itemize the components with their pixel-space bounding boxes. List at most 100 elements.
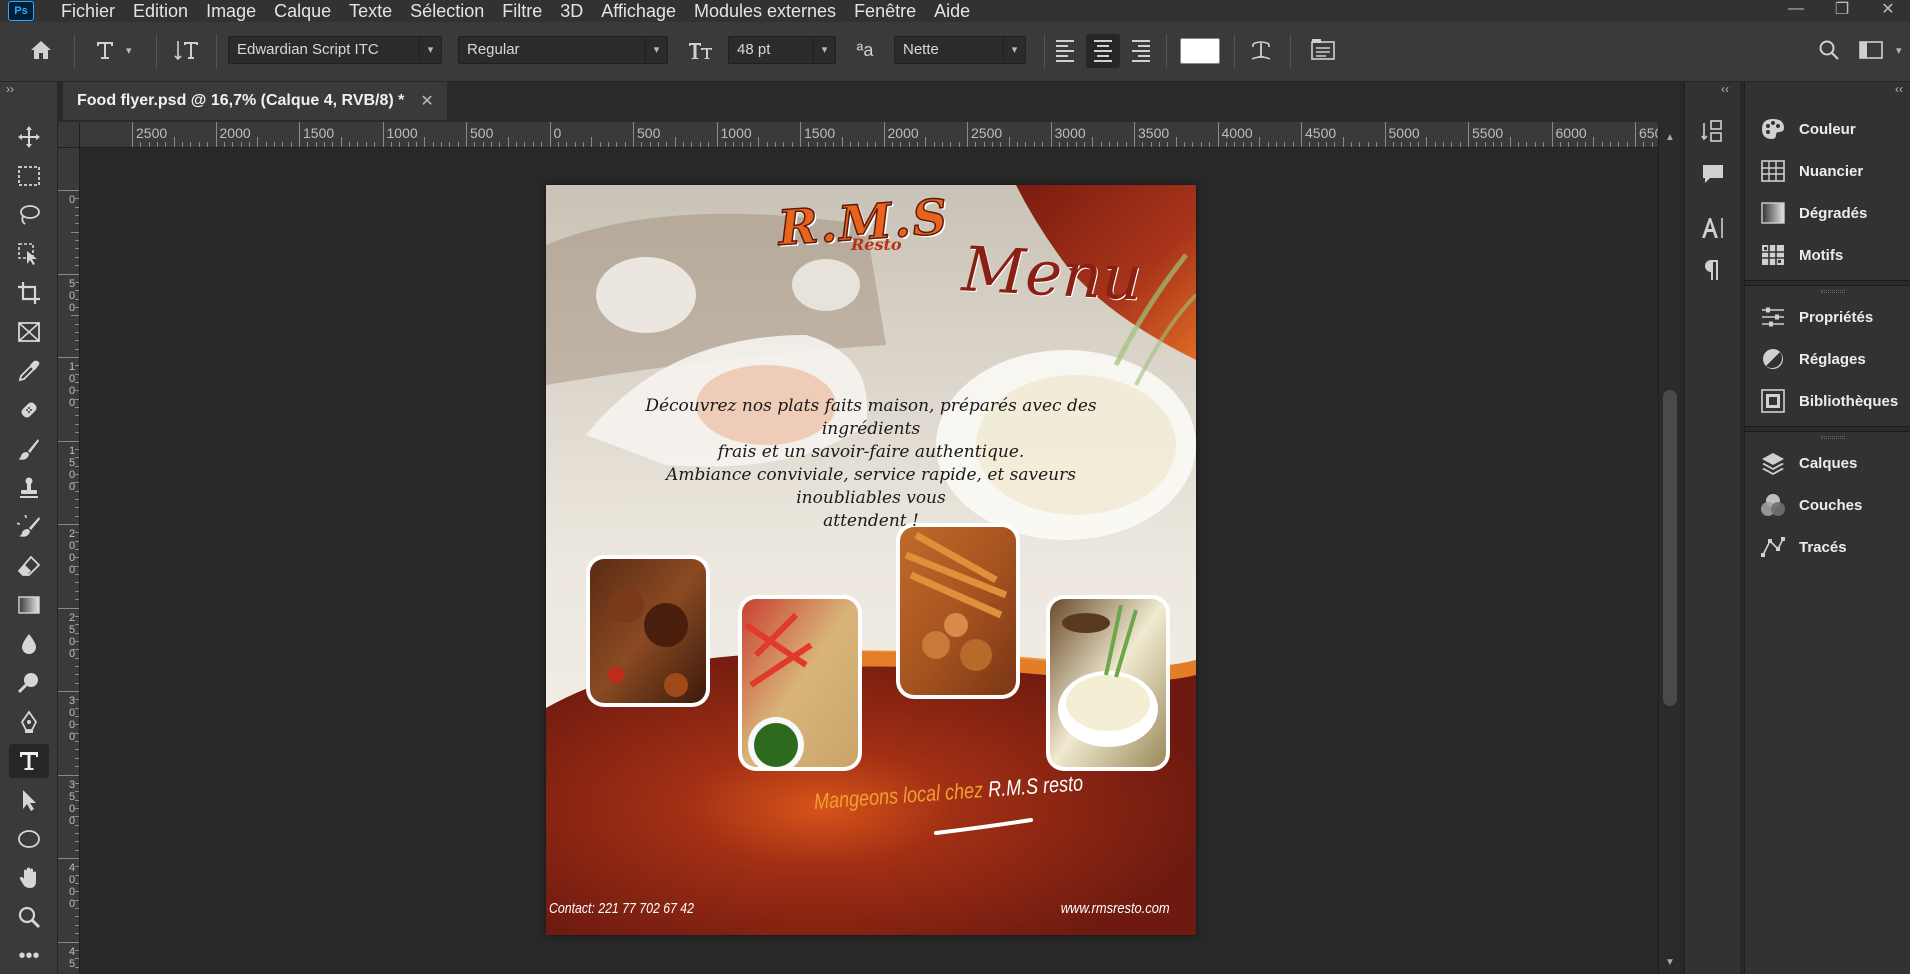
menu-edition[interactable]: Edition — [124, 1, 197, 21]
lasso-tool-icon[interactable] — [9, 198, 49, 232]
ruler-tick — [382, 122, 384, 147]
ruler-tick — [1050, 122, 1052, 147]
zoom-tool-icon[interactable] — [9, 900, 49, 934]
workspace-icon[interactable] — [1856, 36, 1886, 64]
close-tab-icon[interactable]: ✕ — [420, 91, 433, 111]
panel-bibliotheques[interactable]: Bibliothèques — [1759, 384, 1909, 418]
ruler-minor-tick — [374, 142, 376, 147]
panel-couleur[interactable]: Couleur — [1759, 112, 1909, 146]
flyer-website[interactable]: www.rmsresto.com — [1061, 900, 1170, 917]
panel-reglages[interactable]: Réglages — [1759, 342, 1909, 376]
toggle-text-orientation-icon[interactable] — [172, 36, 202, 64]
panel-couches[interactable]: Couches — [1759, 488, 1909, 522]
ruler-minor-tick — [875, 142, 877, 147]
font-size-select[interactable]: 48 pt ▾ — [728, 36, 836, 64]
pen-tool-icon[interactable] — [9, 705, 49, 739]
ruler-minor-tick — [708, 142, 710, 147]
search-icon[interactable] — [1814, 36, 1844, 64]
align-right-button[interactable] — [1124, 34, 1158, 68]
vertical-ruler[interactable]: 0500100015002000250030003500400045 — [58, 148, 80, 974]
restore-icon[interactable]: ❐ — [1830, 0, 1854, 18]
ruler-label: 1000 — [68, 361, 76, 409]
panel-nuancier[interactable]: Nuancier — [1759, 154, 1909, 188]
crop-tool-icon[interactable] — [9, 276, 49, 310]
home-icon[interactable] — [26, 36, 56, 64]
panel-proprietes[interactable]: Propriétés — [1759, 300, 1909, 334]
scroll-up-icon[interactable]: ▲ — [1665, 132, 1675, 143]
dodge-tool-icon[interactable] — [9, 666, 49, 700]
panel-grip[interactable] — [1821, 290, 1845, 293]
type-tool-preset-icon[interactable] — [90, 36, 120, 64]
ruler-label: 4500 — [1305, 125, 1337, 141]
menu-fenetre[interactable]: Fenêtre — [845, 1, 925, 21]
brush-tool-icon[interactable] — [9, 432, 49, 466]
healing-brush-tool-icon[interactable] — [9, 393, 49, 427]
ruler-minor-tick — [190, 142, 192, 147]
font-style-select[interactable]: Regular ▾ — [458, 36, 668, 64]
more-tools-icon[interactable]: ••• — [9, 939, 49, 973]
hand-tool-icon[interactable] — [9, 861, 49, 895]
move-tool-icon[interactable] — [9, 120, 49, 154]
ruler-minor-tick — [1267, 142, 1269, 147]
font-family-select[interactable]: Edwardian Script ITC ▾ — [228, 36, 442, 64]
canvas-area[interactable]: R.M.S Resto Menu Découvrez nos plats fai… — [80, 148, 1658, 974]
panel-calques[interactable]: Calques — [1759, 446, 1909, 480]
menu-image[interactable]: Image — [197, 1, 265, 21]
eyedropper-tool-icon[interactable] — [9, 354, 49, 388]
collapse-panels-icon[interactable]: ‹‹ — [1895, 82, 1903, 96]
chevron-down-icon[interactable]: ▾ — [1896, 36, 1910, 64]
menu-filtre[interactable]: Filtre — [493, 1, 551, 21]
menu-fichier[interactable]: Fichier — [52, 1, 124, 21]
ruler-minor-tick — [1150, 142, 1152, 147]
menu-texte[interactable]: Texte — [340, 1, 401, 21]
menu-3d[interactable]: 3D — [551, 1, 592, 21]
flyer-tagline[interactable]: Découvrez nos plats faits maison, prépar… — [616, 395, 1126, 533]
close-window-icon[interactable]: ✕ — [1876, 0, 1900, 18]
path-selection-tool-icon[interactable] — [9, 783, 49, 817]
align-center-button[interactable] — [1086, 34, 1120, 68]
chevron-down-icon[interactable]: ▾ — [126, 36, 140, 64]
panel-motifs[interactable]: Motifs — [1759, 238, 1909, 272]
panel-degrades[interactable]: Dégradés — [1759, 196, 1909, 230]
vertical-scrollbar[interactable]: ▲ ▼ — [1658, 122, 1680, 974]
minimize-icon[interactable]: — — [1784, 0, 1808, 18]
ruler-minor-tick — [516, 142, 518, 147]
collapse-dock-icon[interactable]: ‹‹ — [1721, 82, 1729, 96]
antialias-select[interactable]: Nette ▾ — [894, 36, 1026, 64]
history-brush-tool-icon[interactable] — [9, 510, 49, 544]
character-panel-icon[interactable] — [1308, 36, 1338, 64]
menu-modules-externes[interactable]: Modules externes — [685, 1, 845, 21]
paragraph-icon[interactable] — [1697, 254, 1729, 286]
marquee-tool-icon[interactable] — [9, 159, 49, 193]
menu-calque[interactable]: Calque — [265, 1, 340, 21]
horizontal-ruler[interactable]: 2500 2000 1500 1000 500 0 500 1000 1500 2000 2500 3… — [80, 122, 1658, 148]
document-tab[interactable]: Food flyer.psd @ 16,7% (Calque 4, RVB/8)… — [63, 82, 447, 120]
gradient-tool-icon[interactable] — [9, 588, 49, 622]
frame-tool-icon[interactable] — [9, 315, 49, 349]
warp-text-icon[interactable] — [1246, 36, 1276, 64]
blur-tool-icon[interactable] — [9, 627, 49, 661]
align-left-button[interactable] — [1048, 34, 1082, 68]
flyer-logo-sub[interactable]: Resto — [851, 235, 902, 254]
eraser-tool-icon[interactable] — [9, 549, 49, 583]
toolbar-expand-icon[interactable]: ›› — [6, 82, 14, 96]
menu-selection[interactable]: Sélection — [401, 1, 493, 21]
flyer-artboard[interactable]: R.M.S Resto Menu Découvrez nos plats fai… — [546, 185, 1196, 935]
object-selection-tool-icon[interactable] — [9, 237, 49, 271]
panel-traces[interactable]: Tracés — [1759, 530, 1909, 564]
ruler-minor-tick — [75, 323, 79, 325]
ellipse-tool-icon[interactable] — [9, 822, 49, 856]
scroll-down-icon[interactable]: ▼ — [1665, 957, 1675, 968]
panel-grip[interactable] — [1821, 436, 1845, 439]
comments-panel-icon[interactable] — [1697, 158, 1729, 190]
menu-aide[interactable]: Aide — [925, 1, 979, 21]
flyer-menu-title[interactable]: Menu — [960, 232, 1144, 314]
clone-stamp-tool-icon[interactable] — [9, 471, 49, 505]
type-tool-icon[interactable] — [9, 744, 49, 778]
character-icon[interactable] — [1697, 212, 1729, 244]
menu-affichage[interactable]: Affichage — [592, 1, 685, 21]
scrollbar-thumb[interactable] — [1663, 390, 1677, 706]
flyer-contact[interactable]: Contact: 221 77 702 67 42 — [549, 900, 694, 917]
text-color-swatch[interactable] — [1180, 38, 1220, 64]
history-panel-icon[interactable] — [1697, 116, 1729, 148]
